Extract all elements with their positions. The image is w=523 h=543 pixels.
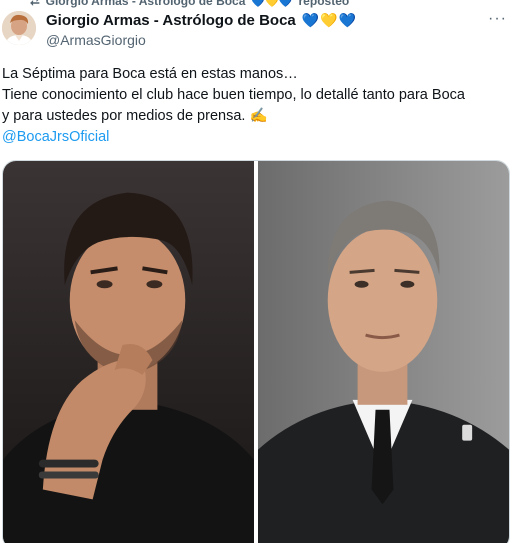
tweet-media[interactable]: [2, 160, 510, 543]
photo-man-hand-on-chin[interactable]: [3, 161, 254, 543]
repost-user-name[interactable]: Giorgio Armas - Astrólogo de Boca: [46, 0, 246, 8]
repost-icon: ⮂: [30, 0, 40, 8]
tweet-text: La Séptima para Boca está en estas manos…: [2, 64, 517, 148]
photo-right-image: [258, 161, 509, 543]
repost-header[interactable]: ⮂ Giorgio Armas - Astrólogo de Boca 💙💛💙 …: [30, 0, 350, 8]
author-display-name[interactable]: Giorgio Armas - Astrólogo de Boca: [46, 12, 296, 29]
tweet-line-3: y para ustedes por medios de prensa. ✍️: [2, 108, 268, 124]
photo-left-image: [3, 161, 254, 543]
more-icon[interactable]: ···: [488, 10, 507, 28]
author-hearts: 💙💛💙: [301, 12, 358, 28]
tweet-line-2: Tiene conocimiento el club hace buen tie…: [2, 87, 465, 103]
user-avatar-icon: [2, 11, 36, 45]
repost-hearts: 💙💛💙: [251, 0, 293, 8]
author-handle[interactable]: @ArmasGiorgio: [46, 32, 146, 48]
mention-link[interactable]: @BocaJrsOficial: [2, 129, 109, 145]
repost-suffix: reposteó: [298, 0, 350, 8]
avatar[interactable]: [2, 11, 36, 45]
tweet-line-1: La Séptima para Boca está en estas manos…: [2, 66, 298, 82]
photo-man-suit-tie[interactable]: [258, 161, 509, 543]
author-name[interactable]: Giorgio Armas - Astrólogo de Boca 💙💛💙: [46, 12, 357, 29]
